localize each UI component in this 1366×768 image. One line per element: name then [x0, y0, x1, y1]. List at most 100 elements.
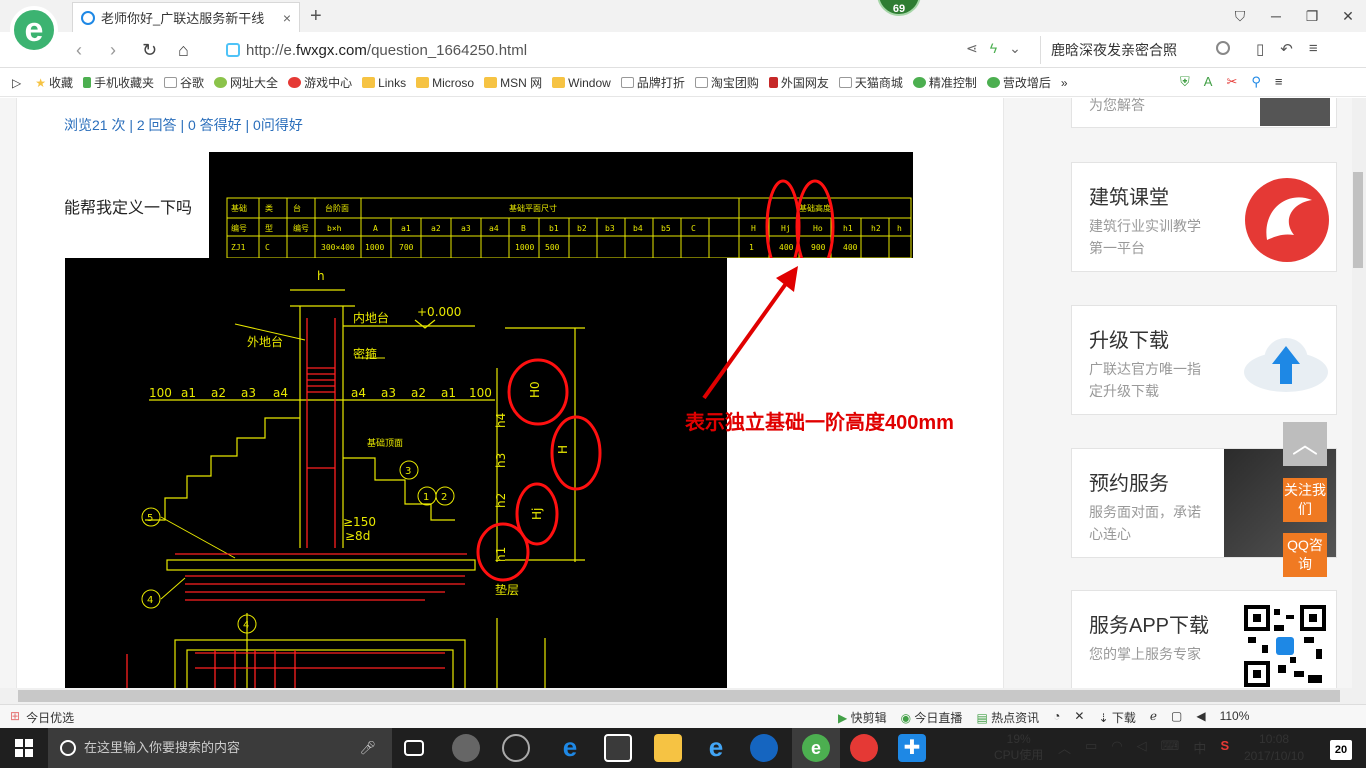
- forward-button[interactable]: ›: [110, 40, 116, 61]
- status-item[interactable]: ▶ 快剪辑: [838, 709, 887, 726]
- search-icon[interactable]: [1216, 41, 1230, 55]
- bookmark-item[interactable]: 淘宝团购: [694, 74, 759, 91]
- search-input[interactable]: 鹿晗深夜发亲密合照: [1040, 36, 1240, 64]
- follow-us-button[interactable]: 关注我们: [1283, 478, 1327, 522]
- zoom-level[interactable]: 110%: [1220, 709, 1250, 726]
- svg-text:C: C: [265, 243, 270, 252]
- cloud-upload-icon: [1244, 338, 1328, 392]
- speed-icon[interactable]: ◔: [1053, 709, 1060, 726]
- status-item[interactable]: ◉ 今日直播: [901, 709, 963, 726]
- cpu-meter[interactable]: 19% CPU使用: [994, 731, 1043, 763]
- qq-consult-button[interactable]: QQ咨询: [1283, 533, 1327, 577]
- store-icon[interactable]: [604, 734, 632, 762]
- back-button[interactable]: ‹: [76, 40, 82, 61]
- app-pinwheel-icon[interactable]: [452, 734, 480, 762]
- bookmarks-more-button[interactable]: »: [1061, 76, 1068, 90]
- svg-text:400: 400: [779, 243, 794, 252]
- edge-icon[interactable]: e: [556, 734, 584, 762]
- sidebar-toggle-icon[interactable]: ▷: [12, 76, 21, 90]
- sogou-icon[interactable]: S: [1220, 738, 1229, 757]
- svg-text:2: 2: [441, 492, 447, 503]
- bookmark-item[interactable]: Microso: [416, 76, 474, 90]
- taskbar-clock[interactable]: 10:08 2017/10/10: [1244, 731, 1304, 765]
- svg-text:h1: h1: [494, 547, 508, 562]
- phone-icon[interactable]: ▯: [1256, 40, 1264, 58]
- taskbar-search-input[interactable]: 在这里输入你要搜索的内容 🎤︎: [48, 728, 392, 768]
- wifi-icon[interactable]: ◠: [1111, 738, 1122, 757]
- back-to-top-button[interactable]: ︿: [1283, 422, 1327, 466]
- svg-text:外地台: 外地台: [247, 334, 283, 349]
- tab-close-icon[interactable]: ×: [283, 10, 291, 26]
- battery-icon[interactable]: ▭: [1085, 738, 1097, 757]
- share-icon[interactable]: ⋖: [966, 40, 978, 57]
- browser-taskbar-icon[interactable]: e: [802, 734, 830, 762]
- sidebar-card-desc: 为您解答: [1089, 97, 1145, 113]
- bookmark-item[interactable]: 外国网友: [768, 74, 829, 91]
- bookmark-item[interactable]: 游戏中心: [288, 74, 352, 91]
- bookmark-item[interactable]: ★ 收藏: [35, 74, 73, 91]
- bookmark-item[interactable]: 手机收藏夹: [83, 74, 154, 91]
- app-browser-icon[interactable]: [502, 734, 530, 762]
- translate-icon[interactable]: A: [1204, 74, 1213, 90]
- sidebar-card-app[interactable]: 服务APP下载 您的掌上服务专家: [1071, 590, 1337, 688]
- bookmark-item[interactable]: Links: [362, 76, 406, 90]
- horizontal-scroll-thumb[interactable]: [18, 690, 1340, 702]
- bookmark-item[interactable]: Window: [552, 76, 611, 90]
- reload-button[interactable]: ↻: [142, 40, 157, 61]
- bookmark-item[interactable]: 天猫商城: [838, 74, 903, 91]
- chevron-down-icon[interactable]: ⌄: [1009, 40, 1021, 57]
- maximize-button[interactable]: ❐: [1294, 0, 1330, 32]
- bookmark-item[interactable]: 品牌打折: [620, 74, 685, 91]
- bookmark-item[interactable]: 网址大全: [214, 74, 278, 91]
- minimize-button[interactable]: ─: [1258, 0, 1294, 32]
- bookmark-item[interactable]: 谷歌: [164, 74, 204, 91]
- svg-text:b3: b3: [605, 224, 615, 233]
- microphone-icon[interactable]: 🎤︎: [359, 728, 376, 768]
- svg-text:台: 台: [293, 203, 301, 213]
- address-bar[interactable]: http://e. fwxgx.com/question_1664250.html: [226, 38, 926, 62]
- keyboard-icon[interactable]: ⌨: [1161, 738, 1180, 757]
- status-left[interactable]: ⊞ 今日优选: [10, 709, 74, 726]
- menu-icon[interactable]: ≡: [1309, 40, 1318, 58]
- bookmark-item[interactable]: 精准控制: [912, 74, 977, 91]
- new-tab-button[interactable]: +: [310, 5, 322, 28]
- home-button[interactable]: ⌂: [178, 40, 189, 61]
- search-icon[interactable]: ⚲: [1251, 74, 1261, 90]
- sidebar-card-partial[interactable]: 为您解答: [1071, 97, 1337, 128]
- tab-active[interactable]: 老师你好_广联达服务新干线 ×: [72, 2, 300, 32]
- browser-logo-icon[interactable]: e: [10, 6, 58, 54]
- app-plus-icon[interactable]: ✚: [898, 734, 926, 762]
- sidebar-card-title: 建筑课堂: [1089, 187, 1169, 209]
- vertical-scroll-thumb[interactable]: [1353, 172, 1363, 268]
- close-button[interactable]: ✕: [1330, 0, 1366, 32]
- menu-icon[interactable]: ≡: [1275, 74, 1283, 90]
- windows-start-button[interactable]: [0, 728, 48, 768]
- bookmark-item[interactable]: 营改增后: [986, 74, 1051, 91]
- task-view-icon[interactable]: [404, 740, 424, 756]
- app-g-icon[interactable]: [750, 734, 778, 762]
- chevron-up-icon[interactable]: ︿: [1058, 738, 1071, 757]
- skin-icon[interactable]: ⛉: [1222, 0, 1258, 32]
- status-item[interactable]: ▤ 热点资讯: [976, 709, 1039, 726]
- svg-text:b2: b2: [577, 224, 587, 233]
- sound-icon[interactable]: ◀: [1196, 709, 1205, 726]
- lightning-icon[interactable]: ϟ: [990, 40, 997, 57]
- ime-indicator[interactable]: 中: [1193, 738, 1206, 757]
- ie-mode-icon[interactable]: ℯ: [1150, 709, 1157, 726]
- scissors-icon[interactable]: ✂: [1226, 74, 1237, 90]
- sidebar-card-download[interactable]: 升级下载 广联达官方唯一指定升级下载: [1071, 305, 1337, 415]
- app-red-g-icon[interactable]: [850, 734, 878, 762]
- question-stats[interactable]: 浏览21 次 | 2 回答 | 0 答得好 | 0问得好: [64, 115, 303, 135]
- sidebar-card-course[interactable]: 建筑课堂 建筑行业实训教学第一平台: [1071, 162, 1337, 272]
- window-icon[interactable]: ▢: [1171, 709, 1182, 726]
- tools-icon[interactable]: ✕: [1074, 709, 1084, 726]
- notification-center-button[interactable]: 20: [1330, 740, 1352, 760]
- undo-icon[interactable]: ↶: [1280, 40, 1293, 58]
- ie-icon[interactable]: e: [702, 734, 730, 762]
- file-explorer-icon[interactable]: [654, 734, 682, 762]
- bookmark-item[interactable]: MSN 网: [484, 74, 542, 91]
- status-item[interactable]: ⇣ 下载: [1098, 709, 1135, 726]
- shield-icon[interactable]: ⛨: [1180, 74, 1190, 90]
- volume-icon[interactable]: ◁: [1137, 738, 1147, 757]
- sidebar-card-desc: 您的掌上服务专家: [1089, 646, 1201, 662]
